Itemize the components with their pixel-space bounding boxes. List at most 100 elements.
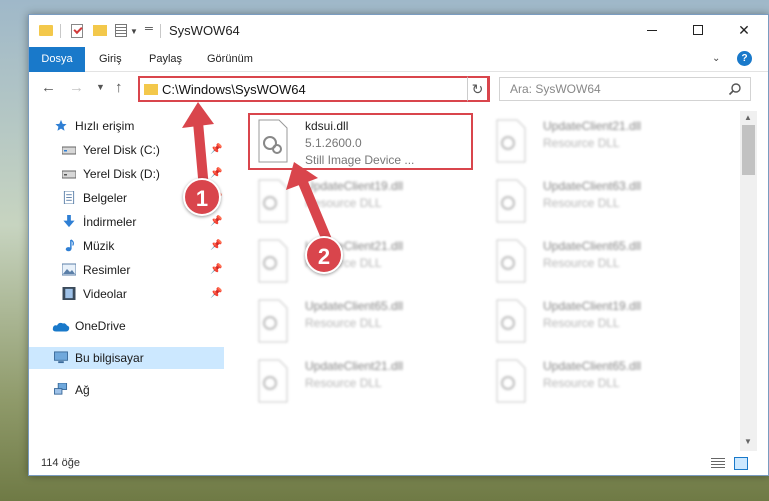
customize-toolbar-icon[interactable]: ═ bbox=[145, 23, 153, 35]
file-name: UpdateClient19.dll bbox=[543, 299, 642, 313]
tab-view[interactable]: Görünüm bbox=[195, 47, 265, 72]
dll-file-icon bbox=[258, 359, 288, 403]
vertical-scrollbar[interactable]: ▲ ▼ bbox=[740, 111, 757, 451]
file-item[interactable]: UpdateClient65.dll Resource DLL bbox=[485, 355, 715, 409]
up-arrow-icon[interactable]: ↑ bbox=[115, 79, 123, 96]
network-icon bbox=[54, 383, 68, 395]
explorer-window: ▼ ═ SysWOW64 ✕ Dosya Giriş Paylaş Görünü… bbox=[28, 14, 769, 476]
file-name: UpdateClient21.dll bbox=[305, 359, 404, 373]
documents-icon bbox=[63, 191, 75, 204]
sidebar-item-label: Hızlı erişim bbox=[75, 119, 135, 133]
file-description: Resource DLL bbox=[543, 196, 620, 210]
details-view-icon[interactable] bbox=[711, 458, 725, 470]
new-folder-icon[interactable] bbox=[93, 25, 107, 36]
file-item[interactable]: UpdateClient65.dll Resource DLL bbox=[247, 295, 477, 349]
tab-file[interactable]: Dosya bbox=[29, 47, 85, 72]
scrollbar-thumb[interactable] bbox=[742, 125, 755, 175]
sidebar-item-label: Yerel Disk (D:) bbox=[83, 167, 160, 181]
maximize-button[interactable] bbox=[675, 15, 721, 45]
folder-icon bbox=[144, 84, 158, 95]
file-item[interactable]: UpdateClient19.dll Resource DLL bbox=[485, 295, 715, 349]
pin-icon[interactable]: 📌 bbox=[210, 264, 222, 275]
sidebar-item-videos[interactable]: Videolar 📌 bbox=[29, 283, 224, 305]
search-input[interactable]: Ara: SysWOW64 bbox=[499, 77, 751, 101]
dll-file-icon bbox=[496, 239, 526, 283]
separator bbox=[160, 24, 161, 38]
title-bar: ▼ ═ SysWOW64 ✕ bbox=[29, 15, 768, 47]
sidebar-item-label: İndirmeler bbox=[83, 215, 137, 229]
address-bar[interactable]: C:\Windows\SysWOW64 ⌄ bbox=[138, 76, 490, 102]
file-item[interactable]: UpdateClient21.dll Resource DLL bbox=[247, 355, 477, 409]
recent-locations-icon[interactable]: ▼ bbox=[96, 82, 105, 92]
cloud-icon bbox=[52, 322, 70, 332]
tab-share[interactable]: Paylaş bbox=[137, 47, 194, 72]
file-item[interactable]: UpdateClient63.dll Resource DLL bbox=[485, 175, 715, 229]
scroll-down-icon[interactable]: ▼ bbox=[744, 437, 752, 446]
file-name: UpdateClient21.dll bbox=[543, 119, 642, 133]
sidebar-item-music[interactable]: Müzik 📌 bbox=[29, 235, 224, 257]
pictures-icon bbox=[62, 263, 76, 276]
back-arrow-icon[interactable]: ← bbox=[41, 79, 56, 96]
sidebar-item-label: Yerel Disk (C:) bbox=[83, 143, 160, 157]
chevron-down-icon[interactable]: ▼ bbox=[130, 27, 138, 36]
file-description: Resource DLL bbox=[305, 376, 382, 390]
file-description: Resource DLL bbox=[543, 136, 620, 150]
tiles-view-icon[interactable] bbox=[734, 457, 748, 470]
refresh-button[interactable]: ↻ bbox=[467, 76, 489, 102]
step-badge-1: 1 bbox=[183, 178, 221, 216]
properties-check-icon[interactable] bbox=[71, 24, 83, 38]
minimize-icon bbox=[647, 29, 657, 31]
minimize-button[interactable] bbox=[629, 15, 675, 45]
sidebar-item-label: Müzik bbox=[83, 239, 115, 253]
sidebar-item-label: Videolar bbox=[83, 287, 127, 301]
search-placeholder: Ara: SysWOW64 bbox=[510, 82, 601, 96]
sidebar-item-pictures[interactable]: Resimler 📌 bbox=[29, 259, 224, 281]
videos-icon bbox=[62, 287, 76, 300]
dll-file-icon bbox=[496, 359, 526, 403]
sidebar-item-this-pc[interactable]: Bu bilgisayar bbox=[29, 347, 224, 369]
file-name: UpdateClient65.dll bbox=[543, 239, 642, 253]
file-name: UpdateClient63.dll bbox=[543, 179, 642, 193]
close-button[interactable]: ✕ bbox=[721, 15, 767, 45]
dll-file-icon bbox=[258, 299, 288, 343]
search-icon[interactable] bbox=[728, 82, 742, 96]
download-icon bbox=[63, 215, 75, 228]
dll-file-icon bbox=[496, 119, 526, 163]
computer-icon bbox=[54, 351, 68, 364]
drive-icon bbox=[62, 170, 76, 179]
sidebar-item-network[interactable]: Ağ bbox=[29, 379, 224, 401]
expand-ribbon-icon[interactable]: ⌄ bbox=[712, 53, 720, 64]
sidebar-item-label: Bu bilgisayar bbox=[75, 351, 144, 365]
forward-arrow-icon[interactable]: → bbox=[69, 79, 84, 96]
status-bar: 114 öğe bbox=[29, 453, 768, 475]
properties-icon[interactable] bbox=[115, 24, 127, 37]
drive-icon bbox=[62, 146, 76, 155]
maximize-icon bbox=[693, 25, 703, 35]
window-title: SysWOW64 bbox=[169, 23, 240, 38]
file-description: Resource DLL bbox=[305, 316, 382, 330]
sidebar-item-label: Belgeler bbox=[83, 191, 128, 205]
help-icon[interactable]: ? bbox=[737, 51, 752, 66]
pin-icon[interactable]: 📌 bbox=[210, 240, 222, 251]
file-item[interactable]: UpdateClient21.dll Resource DLL bbox=[485, 115, 715, 169]
tab-home[interactable]: Giriş bbox=[87, 47, 134, 72]
pin-icon[interactable]: 📌 bbox=[210, 288, 222, 299]
sidebar-item-label: Ağ bbox=[75, 383, 90, 397]
dll-file-icon bbox=[496, 179, 526, 223]
folder-icon bbox=[39, 25, 53, 36]
step-badge-2: 2 bbox=[305, 236, 343, 274]
sidebar-item-onedrive[interactable]: OneDrive bbox=[29, 315, 224, 337]
file-name: UpdateClient65.dll bbox=[543, 359, 642, 373]
file-item[interactable]: UpdateClient65.dll Resource DLL bbox=[485, 235, 715, 289]
address-path[interactable]: C:\Windows\SysWOW64 bbox=[162, 82, 306, 97]
file-description: Resource DLL bbox=[543, 376, 620, 390]
scroll-up-icon[interactable]: ▲ bbox=[744, 113, 752, 122]
item-count: 114 öğe bbox=[41, 457, 80, 469]
ribbon-tabs: Dosya Giriş Paylaş Görünüm ⌄ ? bbox=[29, 47, 768, 72]
file-name: UpdateClient65.dll bbox=[305, 299, 404, 313]
star-icon bbox=[55, 119, 67, 131]
navigation-bar: ← → ▼ ↑ C:\Windows\SysWOW64 ⌄ ↻ Ara: Sys… bbox=[29, 73, 768, 105]
sidebar-item-label: OneDrive bbox=[75, 319, 126, 333]
sidebar-item-label: Resimler bbox=[83, 263, 131, 277]
music-icon bbox=[65, 239, 74, 252]
